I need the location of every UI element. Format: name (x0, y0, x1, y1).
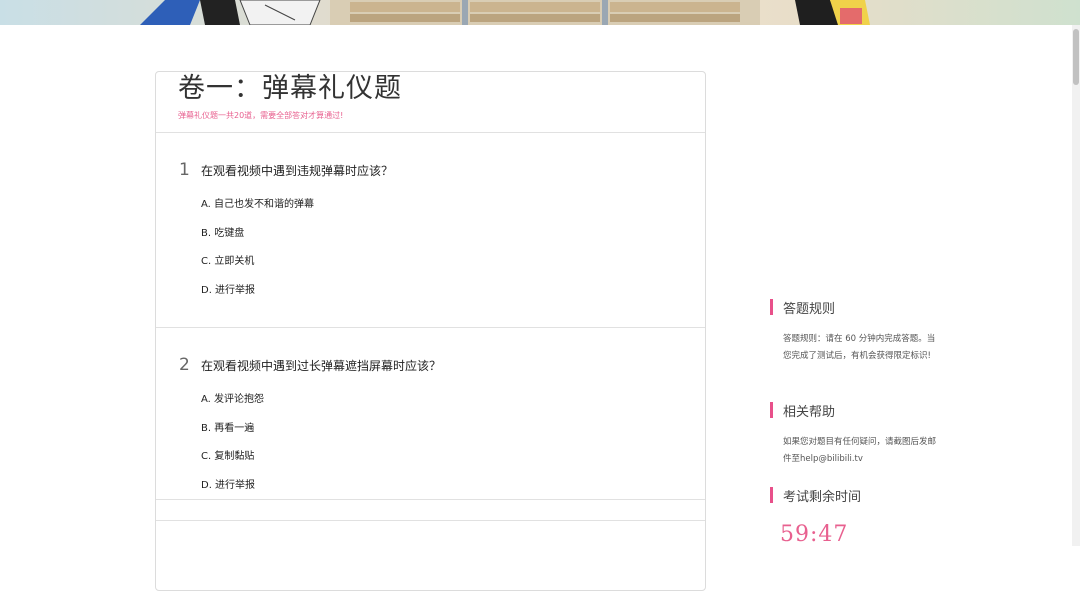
timer-value: 59:47 (780, 522, 849, 547)
help-body: 如果您对题目有任何疑问，请截图后发邮件至help@bilibili.tv (783, 437, 937, 464)
question-number: 2 (179, 355, 190, 375)
timer-title: 考试剩余时间 (770, 485, 950, 505)
option-a[interactable]: A. 自己也发不和谐的弹幕 (201, 199, 314, 228)
help-title-text: 相关帮助 (783, 404, 836, 420)
question-1-header: 1 在观看视频中遇到违规弹幕时应该？ (179, 160, 393, 180)
help-section: 相关帮助 如果您对题目有任何疑问，请截图后发邮件至help@bilibili.t… (770, 400, 950, 468)
rules-body: 答题规则：请在 60 分钟内完成答题。当您完成了测试后，有机会获得限定标识! (783, 334, 936, 361)
rules-title-text: 答题规则 (783, 301, 836, 317)
option-d[interactable]: D. 进行举报 (201, 480, 264, 509)
rules-section: 答题规则 答题规则：请在 60 分钟内完成答题。当您完成了测试后，有机会获得限定… (770, 297, 950, 365)
option-c[interactable]: C. 立即关机 (201, 256, 314, 285)
accent-bar (770, 402, 773, 418)
top-banner (0, 0, 1080, 25)
accent-bar (770, 299, 773, 315)
option-b[interactable]: B. 再看一遍 (201, 423, 264, 452)
exam-title: 卷一：弹幕礼仪题 (178, 73, 402, 104)
exam-header: 卷一：弹幕礼仪题 弹幕礼仪题一共20道，需要全部答对才算通过! (156, 72, 705, 133)
scrollbar-thumb[interactable] (1073, 29, 1079, 85)
option-a[interactable]: A. 发评论抱怨 (201, 394, 264, 423)
option-b[interactable]: B. 吃键盘 (201, 228, 314, 257)
banner-illustration (140, 0, 870, 25)
exam-card: 卷一：弹幕礼仪题 弹幕礼仪题一共20道，需要全部答对才算通过! 1 在观看视频中… (155, 71, 706, 591)
question-text: 在观看视频中遇到违规弹幕时应该？ (201, 163, 394, 178)
rules-title: 答题规则 (770, 297, 950, 317)
page-scrollbar[interactable] (1072, 25, 1080, 546)
question-1-options: A. 自己也发不和谐的弹幕 B. 吃键盘 C. 立即关机 D. 进行举报 (201, 199, 314, 313)
question-1: 1 在观看视频中遇到违规弹幕时应该？ A. 自己也发不和谐的弹幕 B. 吃键盘 … (156, 133, 705, 328)
question-2-header: 2 在观看视频中遇到过长弹幕遮挡屏幕时应该？ (179, 355, 441, 375)
question-number: 1 (179, 160, 190, 180)
timer-title-text: 考试剩余时间 (783, 489, 862, 505)
option-c[interactable]: C. 复制黏贴 (201, 451, 264, 480)
help-title: 相关帮助 (770, 400, 950, 420)
question-2-options: A. 发评论抱怨 B. 再看一遍 C. 复制黏贴 D. 进行举报 (201, 394, 264, 508)
option-d[interactable]: D. 进行举报 (201, 285, 314, 314)
question-text: 在观看视频中遇到过长弹幕遮挡屏幕时应该？ (201, 358, 442, 373)
question-2: 2 在观看视频中遇到过长弹幕遮挡屏幕时应该？ A. 发评论抱怨 B. 再看一遍 … (156, 328, 705, 500)
timer-section: 考试剩余时间 (770, 485, 950, 505)
exam-subtitle: 弹幕礼仪题一共20道，需要全部答对才算通过! (178, 111, 344, 120)
accent-bar (770, 487, 773, 503)
